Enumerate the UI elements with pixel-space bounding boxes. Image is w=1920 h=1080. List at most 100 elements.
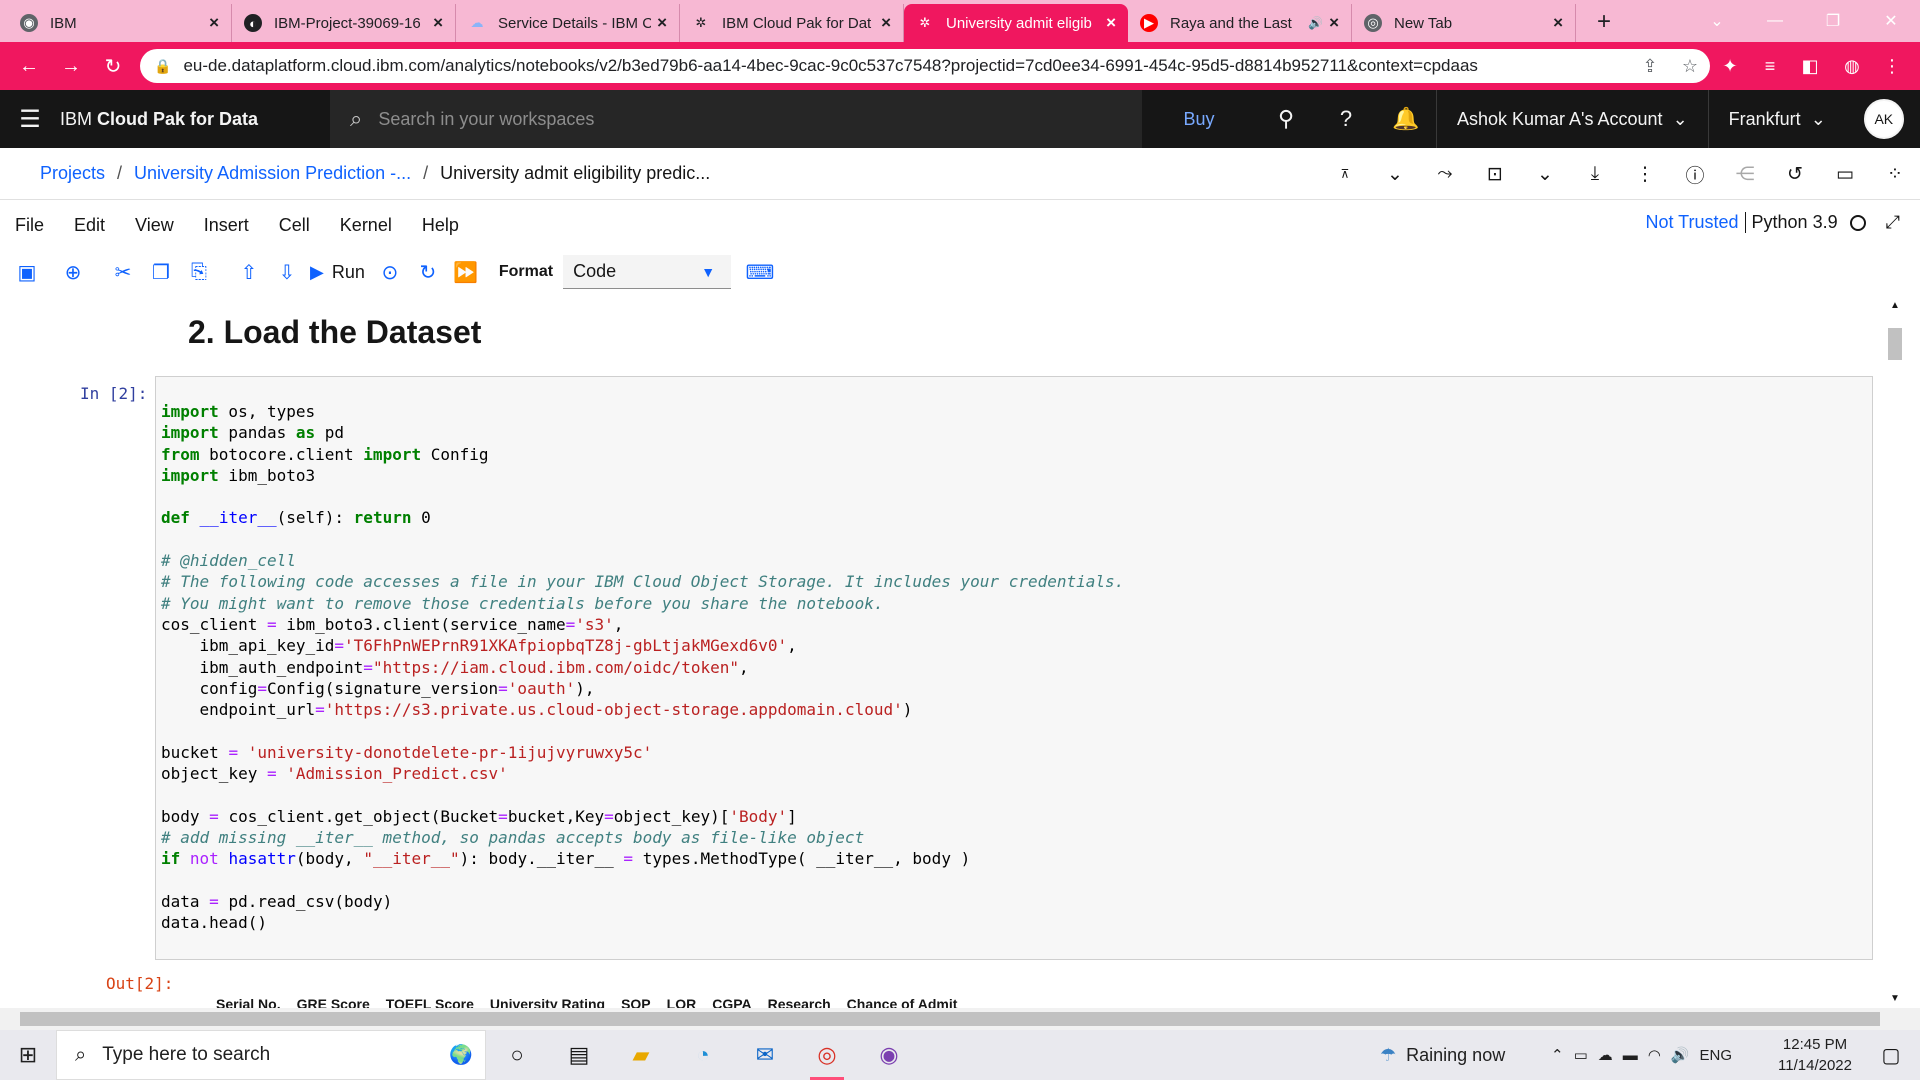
browser-tab[interactable]: ▶ Raya and the Last 🔊 ×: [1128, 4, 1352, 42]
notification-bell-icon[interactable]: 🔔: [1376, 90, 1436, 148]
chevron-down-icon[interactable]: ⌄: [1520, 163, 1570, 186]
info-icon[interactable]: ⓘ: [1670, 161, 1720, 188]
extensions-icon[interactable]: ✦: [1712, 48, 1748, 84]
close-tab-icon[interactable]: ×: [433, 13, 443, 33]
clock[interactable]: 12:45 PM 11/14/2022: [1770, 1034, 1860, 1076]
mail-icon[interactable]: ✉: [734, 1030, 796, 1080]
language-indicator[interactable]: ENG: [1700, 1047, 1733, 1064]
expand-icon[interactable]: ⤢: [1886, 212, 1900, 233]
back-button[interactable]: ←: [10, 47, 48, 85]
cloud-icon[interactable]: ☁: [1598, 1046, 1613, 1064]
taskbar-search-input[interactable]: ⌕ Type here to search 🌍: [56, 1030, 486, 1080]
browser-menu-icon[interactable]: ⋮: [1874, 48, 1910, 84]
scroll-up-icon[interactable]: ▲: [1890, 300, 1900, 311]
hamburger-menu-icon[interactable]: ☰: [0, 90, 60, 148]
menu-file[interactable]: File: [0, 215, 59, 236]
browser-tab[interactable]: ◐ IBM-Project-39069-16 ×: [232, 4, 456, 42]
weather-widget[interactable]: ☂ Raining now: [1380, 1030, 1505, 1080]
close-tab-icon[interactable]: ×: [209, 13, 219, 33]
search-highlight-icon[interactable]: 🌍: [449, 1043, 473, 1067]
schedule-icon[interactable]: ⊡: [1470, 163, 1520, 186]
browser-tab[interactable]: ✲ University admit eligib ×: [904, 4, 1128, 42]
horizontal-scrollbar[interactable]: [0, 1008, 1920, 1030]
github-desktop-icon[interactable]: ◉: [858, 1030, 920, 1080]
reload-button[interactable]: ↻: [94, 47, 132, 85]
edge-icon[interactable]: ◔: [672, 1030, 734, 1080]
close-tab-icon[interactable]: ×: [1329, 13, 1339, 33]
new-tab-button[interactable]: +: [1586, 4, 1622, 40]
move-down-icon[interactable]: ⇩: [268, 255, 306, 289]
media-icon[interactable]: ≡: [1752, 48, 1788, 84]
forward-button[interactable]: →: [52, 47, 90, 85]
url-text[interactable]: eu-de.dataplatform.cloud.ibm.com/analyti…: [183, 56, 1630, 76]
copy-icon[interactable]: ❐: [142, 255, 180, 289]
chrome-icon[interactable]: ◎: [796, 1030, 858, 1080]
share-icon[interactable]: ⤳: [1420, 163, 1470, 185]
lock-icon[interactable]: 🔒: [154, 58, 171, 75]
signpost-icon[interactable]: ⚲: [1256, 90, 1316, 148]
minimize-button[interactable]: —: [1746, 0, 1804, 42]
avatar[interactable]: AK: [1863, 99, 1904, 139]
volume-icon[interactable]: 🔊: [1671, 1046, 1690, 1064]
widgets-icon[interactable]: ▤: [548, 1030, 610, 1080]
breadcrumb-projects[interactable]: Projects: [40, 163, 105, 184]
menu-kernel[interactable]: Kernel: [325, 215, 407, 236]
help-icon[interactable]: ?: [1316, 90, 1376, 148]
restore-button[interactable]: ❐: [1804, 0, 1862, 42]
history-icon[interactable]: ↺: [1770, 163, 1820, 186]
scroll-down-icon[interactable]: ▼: [1890, 993, 1900, 1004]
cut-icon[interactable]: ✂: [104, 255, 142, 289]
tab-search-icon[interactable]: ⌄: [1688, 0, 1746, 42]
region-switcher[interactable]: Frankfurt ⌄: [1707, 90, 1846, 148]
code-cell[interactable]: import os, types import pandas as pd fro…: [155, 376, 1873, 960]
wifi-icon[interactable]: ◠: [1648, 1046, 1661, 1064]
horizontal-scroll-thumb[interactable]: [20, 1012, 1880, 1026]
trust-status[interactable]: Not Trusted: [1645, 212, 1746, 233]
vertical-scrollbar[interactable]: ▲ ▼: [1886, 296, 1904, 1008]
chevron-down-icon[interactable]: ⌄: [1370, 163, 1420, 186]
side-panel-icon[interactable]: ◧: [1792, 48, 1828, 84]
menu-help[interactable]: Help: [407, 215, 474, 236]
workspace-search-input[interactable]: ⌕ Search in your workspaces: [330, 90, 1142, 148]
menu-edit[interactable]: Edit: [59, 215, 120, 236]
pin-icon[interactable]: ⊼: [1320, 167, 1370, 181]
chevron-up-icon[interactable]: ⌃: [1551, 1046, 1564, 1064]
stop-icon[interactable]: ⊙: [371, 255, 409, 289]
profile-icon[interactable]: ◍: [1834, 48, 1870, 84]
menu-insert[interactable]: Insert: [189, 215, 264, 236]
vertical-scroll-thumb[interactable]: [1888, 328, 1902, 360]
data-icon[interactable]: ⋲: [1720, 163, 1770, 186]
cell-format-select[interactable]: Code ▼: [563, 255, 732, 289]
close-tab-icon[interactable]: ×: [1553, 13, 1563, 33]
windows-start-icon[interactable]: ⊞: [0, 1030, 56, 1080]
close-tab-icon[interactable]: ×: [657, 13, 667, 33]
bookmark-star-icon[interactable]: ☆: [1670, 56, 1710, 77]
comments-icon[interactable]: ▭: [1820, 163, 1870, 186]
browser-tab[interactable]: ◉ IBM ×: [8, 4, 232, 42]
run-button[interactable]: ▶ Run: [310, 262, 365, 283]
paste-icon[interactable]: ⎘: [180, 255, 218, 289]
save-icon[interactable]: ▣: [8, 255, 46, 289]
run-all-icon[interactable]: ⏩: [447, 255, 485, 289]
product-brand[interactable]: IBM Cloud Pak for Data: [60, 109, 330, 130]
browser-tab[interactable]: ☁ Service Details - IBM C ×: [456, 4, 680, 42]
overflow-menu-icon[interactable]: ⋮: [1620, 163, 1670, 186]
close-tab-icon[interactable]: ×: [1106, 13, 1116, 33]
menu-view[interactable]: View: [120, 215, 189, 236]
notification-center-icon[interactable]: ▢: [1866, 1030, 1916, 1080]
share-icon[interactable]: ⇪: [1630, 56, 1670, 77]
browser-tab[interactable]: ✲ IBM Cloud Pak for Dat ×: [680, 4, 904, 42]
battery-icon[interactable]: ▬: [1623, 1047, 1638, 1064]
download-icon[interactable]: ⤓: [1570, 163, 1620, 185]
task-view-icon[interactable]: ○: [486, 1030, 548, 1080]
account-switcher[interactable]: Ashok Kumar A's Account ⌄: [1436, 90, 1708, 148]
file-explorer-icon[interactable]: ▰: [610, 1030, 672, 1080]
device-icon[interactable]: ▭: [1574, 1046, 1588, 1064]
restart-icon[interactable]: ↻: [409, 255, 447, 289]
audio-playing-icon[interactable]: 🔊: [1308, 16, 1323, 30]
close-tab-icon[interactable]: ×: [881, 13, 891, 33]
breadcrumb-project[interactable]: University Admission Prediction -...: [134, 163, 411, 184]
move-up-icon[interactable]: ⇧: [230, 255, 268, 289]
browser-tab[interactable]: ◎ New Tab ×: [1352, 4, 1576, 42]
menu-cell[interactable]: Cell: [264, 215, 325, 236]
